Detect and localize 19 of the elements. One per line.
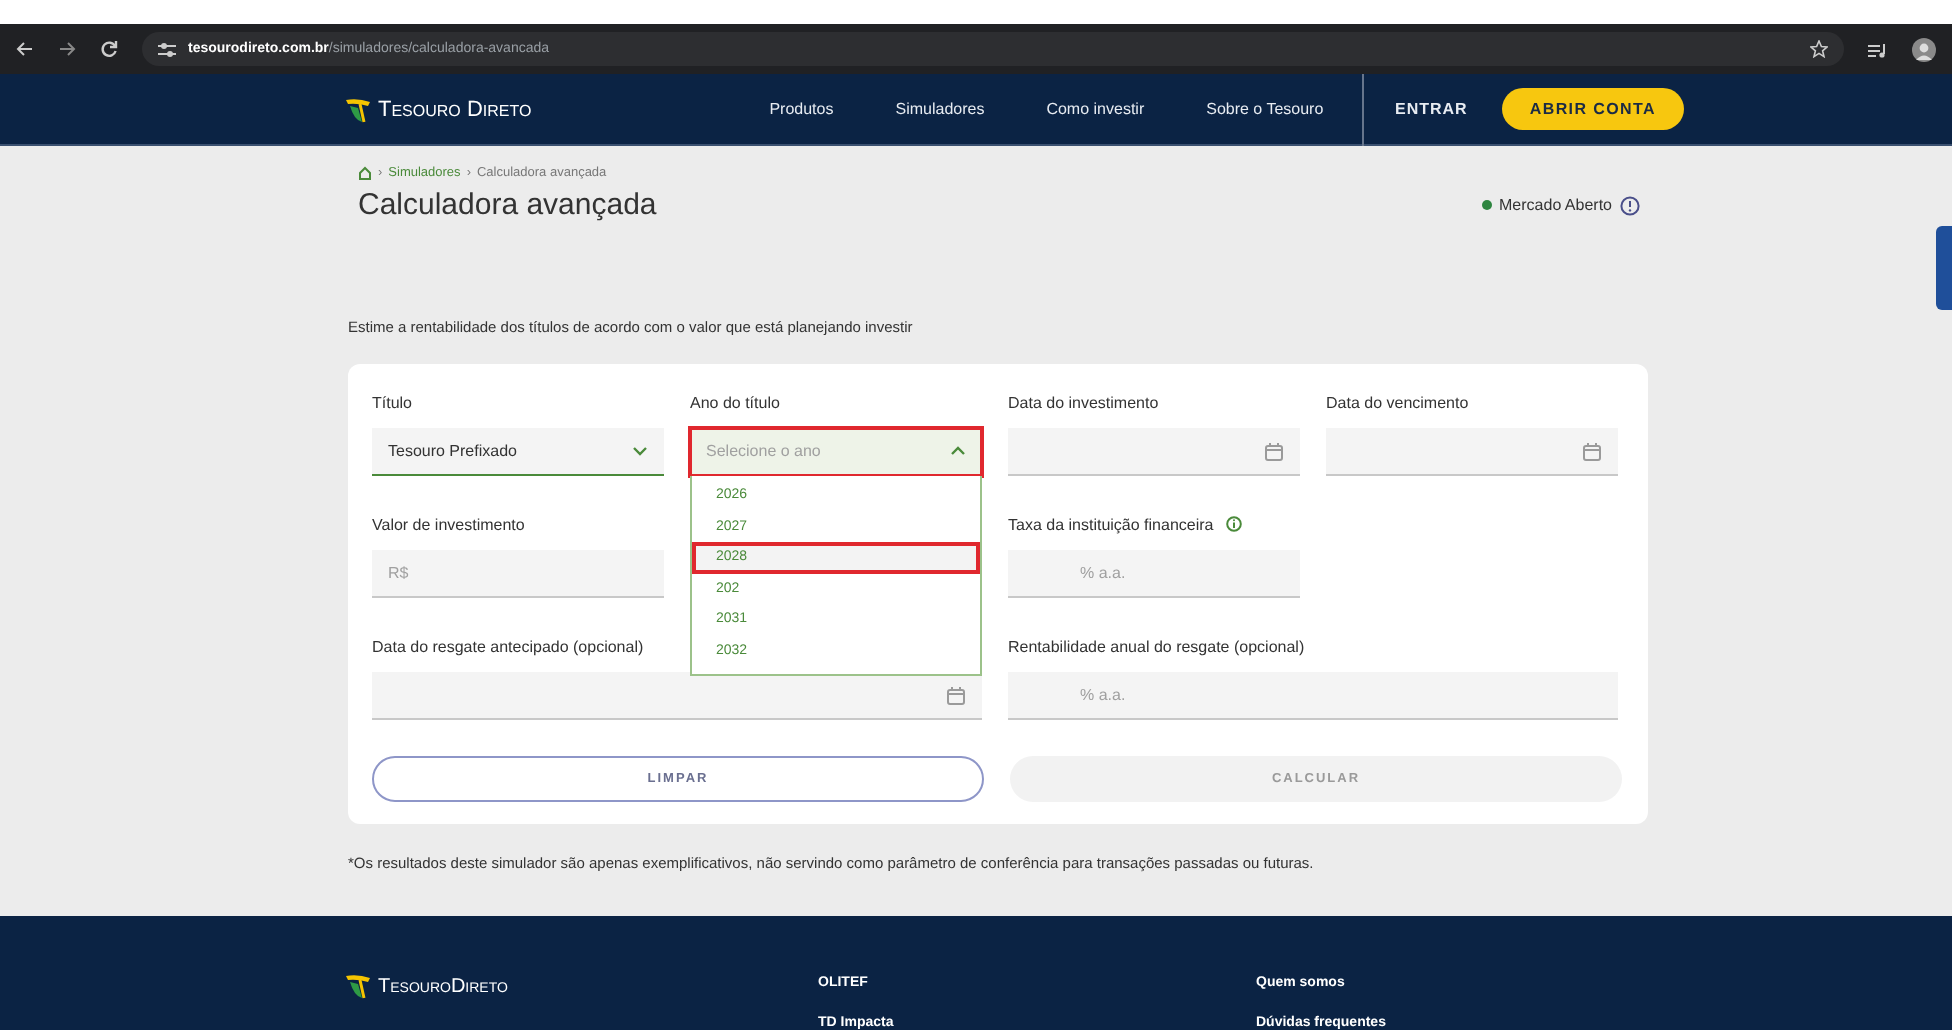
login-link[interactable]: ENTRAR xyxy=(1394,100,1468,118)
field-label: Título xyxy=(372,393,413,411)
select-field[interactable]: Tesouro Prefixado xyxy=(372,428,664,476)
nav-link[interactable]: Como investir xyxy=(1046,100,1145,118)
site-logo-text[interactable]: Tesouro Direto xyxy=(378,97,532,121)
field-label: Data do resgate antecipado (opcional) xyxy=(372,637,644,655)
page-title: Calculadora avançada xyxy=(358,188,657,222)
footer-logo-text[interactable]: TesouroDireto xyxy=(378,975,508,997)
field-label: Data do vencimento xyxy=(1326,393,1469,411)
field-label: Ano do título xyxy=(690,393,780,411)
nav-link[interactable]: Produtos xyxy=(769,100,834,118)
market-status: Mercado Aberto xyxy=(1499,196,1612,214)
field-label: Taxa da instituição financeira xyxy=(1008,515,1214,533)
field-label: Rentabilidade anual do resgate (opcional) xyxy=(1008,637,1305,655)
open-account-button[interactable]: ABRIR CONTA xyxy=(1501,88,1684,130)
field-label: Data do investimento xyxy=(1008,393,1159,411)
field-label: Valor de investimento xyxy=(372,515,525,533)
nav-link[interactable]: Simuladores xyxy=(895,100,985,118)
nav-link[interactable]: Sobre o Tesouro xyxy=(1206,100,1324,118)
